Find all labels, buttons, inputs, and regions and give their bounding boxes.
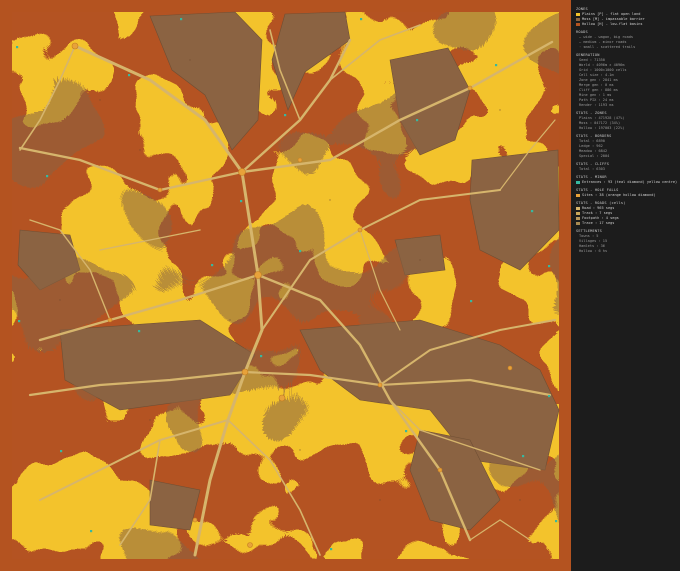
stats-roads-list: Road : 965 segs Track : 7 segs Footpath : … xyxy=(576,206,677,226)
village-marker xyxy=(467,85,473,91)
road-stat-swatch xyxy=(576,206,580,211)
stats-cliffs-list: Total : 6303 xyxy=(576,167,677,172)
road-legend-item: · small - scattered trails xyxy=(579,45,636,49)
terrain-map[interactable] xyxy=(0,0,571,571)
village-marker xyxy=(157,187,163,193)
generation-stat: Render : 1193 ms xyxy=(579,103,614,107)
town-marker xyxy=(278,394,286,402)
village-marker xyxy=(192,517,198,523)
town-marker xyxy=(71,42,79,50)
stats-borders-list: Total : 6890 Ledge : 962 Meadow : 6842 Spec… xyxy=(576,139,677,159)
settlements-list: Towns : 5 Villages : 15 Hamlets : 36 Hollow… xyxy=(576,234,677,254)
road-stat-swatch xyxy=(576,216,580,221)
road-stat-swatch xyxy=(576,211,580,216)
village-marker xyxy=(357,227,363,233)
legend-panel: ZONES Plains [P] - flat open land Moss [M… xyxy=(571,0,680,571)
settlement-stat: Hollow : 6 hs xyxy=(579,249,608,253)
stats-minor-list: Entrances : 93 (teal diamond) yellow cen… xyxy=(576,180,677,185)
zone-legend-item-swatch xyxy=(576,12,580,17)
border-stat: Special : 2004 xyxy=(579,154,610,158)
generation-list: Seed : 71350 World : 4096m × 4096m Grid : … xyxy=(576,58,677,108)
stats-hole-list: Sites : 38 (orange hollow diamond) xyxy=(576,193,677,198)
hole-stat-label: Sites : 38 (orange hollow diamond) xyxy=(582,193,656,197)
village-marker xyxy=(247,542,253,548)
zone-legend-item-swatch xyxy=(576,22,580,27)
village-marker xyxy=(297,157,303,163)
zones-list: Plains [P] - flat open land Moss [M] - im… xyxy=(576,12,677,27)
zone-legend-item-swatch xyxy=(576,17,580,22)
hole-stat: Sites : 38 (orange hollow diamond) xyxy=(576,193,677,198)
minor-stat-swatch xyxy=(576,180,580,185)
road-stat: Trace : 17 segs xyxy=(576,221,677,226)
zone-legend-item: Hollow [H] - low-flat basins xyxy=(576,22,677,27)
village-marker xyxy=(437,467,443,473)
cliff-stat: Total : 6303 xyxy=(579,167,605,171)
zone-stat: Hollow : 197003 (22%) xyxy=(579,126,625,130)
town-marker xyxy=(241,368,249,376)
town-marker xyxy=(238,168,246,176)
road-stat-label: Trace : 17 segs xyxy=(582,221,615,225)
village-marker xyxy=(107,317,113,323)
stats-zones-list: Plains : 471928 (47%) Moss : 047172 (34%)… xyxy=(576,116,677,131)
village-marker xyxy=(507,365,513,371)
hole-stat-swatch xyxy=(576,193,580,198)
minor-stat-label: Entrances : 93 (teal diamond) yellow cen… xyxy=(582,180,678,184)
town-marker xyxy=(254,271,262,279)
village-marker xyxy=(377,382,383,388)
minor-stat: Entrances : 93 (teal diamond) yellow cen… xyxy=(576,180,677,185)
roads-list: — wide - wagon, big roads — medium - mino… xyxy=(576,35,677,50)
road-stat-swatch xyxy=(576,221,580,226)
zone-legend-item-label: Hollow [H] - low-flat basins xyxy=(582,22,643,26)
